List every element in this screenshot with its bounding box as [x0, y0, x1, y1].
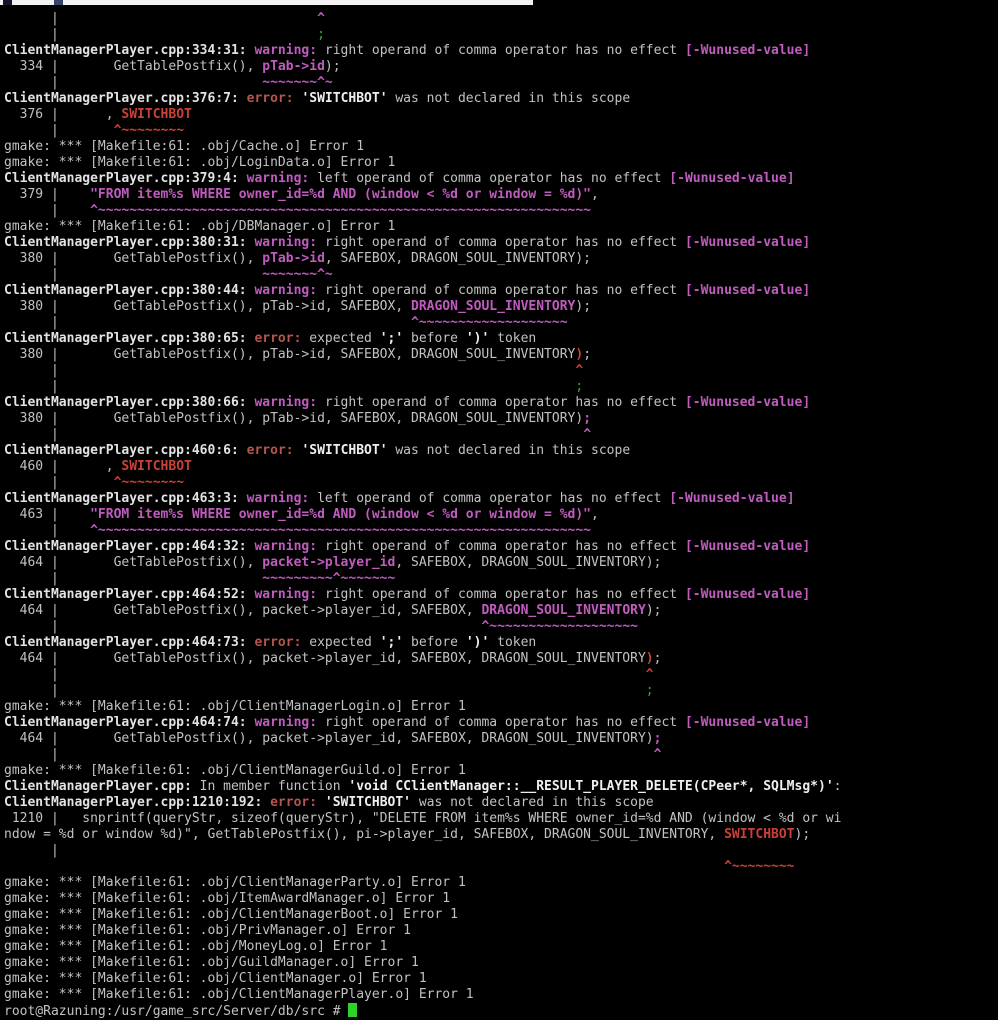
- terminal-row: | ^: [4, 667, 998, 683]
- terminal-row: | ^~~~~~~~~~~~~~~~~~~~: [4, 315, 998, 331]
- terminal-row: gmake: *** [Makefile:61: .obj/ClientMana…: [4, 907, 998, 923]
- terminal-row: gmake: *** [Makefile:61: .obj/GuildManag…: [4, 955, 998, 971]
- terminal-row: 380 | GetTablePostfix(), pTab->id, SAFEB…: [4, 411, 998, 427]
- terminal-row: ClientManagerPlayer.cpp:1210:192: error:…: [4, 795, 998, 811]
- terminal-row: | ~~~~~~~^~: [4, 267, 998, 283]
- terminal-row: | ^~~~~~~~~~~~~~~~~~~~~~~~~~~~~~~~~~~~~~…: [4, 203, 998, 219]
- terminal-row: 380 | GetTablePostfix(), pTab->id, SAFEB…: [4, 299, 998, 315]
- terminal-row: ClientManagerPlayer.cpp: In member funct…: [4, 779, 998, 795]
- terminal-row: ClientManagerPlayer.cpp:464:73: error: e…: [4, 635, 998, 651]
- terminal-row: 1210 | snprintf(queryStr, sizeof(querySt…: [4, 811, 998, 827]
- terminal-row: | ;: [4, 27, 998, 43]
- terminal-row: 376 | , SWITCHBOT: [4, 107, 998, 123]
- terminal-row: 334 | GetTablePostfix(), pTab->id);: [4, 59, 998, 75]
- terminal-row: ClientManagerPlayer.cpp:376:7: error: 'S…: [4, 91, 998, 107]
- terminal-row: gmake: *** [Makefile:61: .obj/ClientMana…: [4, 875, 998, 891]
- terminal-row: | ;: [4, 379, 998, 395]
- terminal-row: gmake: *** [Makefile:61: .obj/PrivManage…: [4, 923, 998, 939]
- terminal-row: gmake: *** [Makefile:61: .obj/LoginData.…: [4, 155, 998, 171]
- terminal-row: gmake: *** [Makefile:61: .obj/ClientMana…: [4, 971, 998, 987]
- terminal-row: 380 | GetTablePostfix(), pTab->id, SAFEB…: [4, 347, 998, 363]
- terminal-row: ClientManagerPlayer.cpp:464:32: warning:…: [4, 539, 998, 555]
- terminal-row: | ^~~~~~~~~: [4, 123, 998, 139]
- terminal-row: root@Razuning:/usr/game_src/Server/db/sr…: [4, 1003, 998, 1019]
- terminal-row: |: [4, 843, 998, 859]
- terminal-row: | ^~~~~~~~~: [4, 475, 998, 491]
- terminal-row: gmake: *** [Makefile:61: .obj/ClientMana…: [4, 987, 998, 1003]
- terminal-row: 379 | "FROM item%s WHERE owner_id=%d AND…: [4, 187, 998, 203]
- terminal-row: ClientManagerPlayer.cpp:460:6: error: 'S…: [4, 443, 998, 459]
- terminal-row: gmake: *** [Makefile:61: .obj/ClientMana…: [4, 699, 998, 715]
- terminal-row: | ~~~~~~~^~: [4, 75, 998, 91]
- terminal-row: | ^~~~~~~~~~~~~~~~~~~~: [4, 619, 998, 635]
- terminal-row: ndow = %d or window %d)", GetTablePostfi…: [4, 827, 998, 843]
- terminal-row: ClientManagerPlayer.cpp:464:52: warning:…: [4, 587, 998, 603]
- terminal-output: | ^ | ;ClientManagerPlayer.cpp:334:31: w…: [4, 11, 998, 1019]
- terminal-row: ^~~~~~~~~: [4, 859, 998, 875]
- terminal-row: gmake: *** [Makefile:61: .obj/DBManager.…: [4, 219, 998, 235]
- terminal-row: ClientManagerPlayer.cpp:380:66: warning:…: [4, 395, 998, 411]
- terminal-row: | ;: [4, 683, 998, 699]
- terminal-row: ClientManagerPlayer.cpp:463:3: warning: …: [4, 491, 998, 507]
- terminal-row: | ~~~~~~~~~^~~~~~~~: [4, 571, 998, 587]
- terminal-row: gmake: *** [Makefile:61: .obj/MoneyLog.o…: [4, 939, 998, 955]
- terminal-row: ClientManagerPlayer.cpp:380:65: error: e…: [4, 331, 998, 347]
- terminal-row: 463 | "FROM item%s WHERE owner_id=%d AND…: [4, 507, 998, 523]
- terminal-row: 464 | GetTablePostfix(), packet->player_…: [4, 731, 998, 747]
- terminal-screen[interactable]: | ^ | ;ClientManagerPlayer.cpp:334:31: w…: [0, 5, 998, 1020]
- terminal-row: | ^: [4, 427, 998, 443]
- terminal-row: gmake: *** [Makefile:61: .obj/ClientMana…: [4, 763, 998, 779]
- terminal-row: ClientManagerPlayer.cpp:380:31: warning:…: [4, 235, 998, 251]
- terminal-row: 464 | GetTablePostfix(), packet->player_…: [4, 555, 998, 571]
- terminal-row: ClientManagerPlayer.cpp:379:4: warning: …: [4, 171, 998, 187]
- terminal-row: ClientManagerPlayer.cpp:464:74: warning:…: [4, 715, 998, 731]
- terminal-row: 380 | GetTablePostfix(), pTab->id, SAFEB…: [4, 251, 998, 267]
- terminal-row: gmake: *** [Makefile:61: .obj/Cache.o] E…: [4, 139, 998, 155]
- terminal-row: | ^: [4, 11, 998, 27]
- terminal-row: ClientManagerPlayer.cpp:380:44: warning:…: [4, 283, 998, 299]
- terminal-row: 464 | GetTablePostfix(), packet->player_…: [4, 603, 998, 619]
- terminal-row: 464 | GetTablePostfix(), packet->player_…: [4, 651, 998, 667]
- terminal-row: | ^~~~~~~~~~~~~~~~~~~~~~~~~~~~~~~~~~~~~~…: [4, 523, 998, 539]
- terminal-row: gmake: *** [Makefile:61: .obj/ItemAwardM…: [4, 891, 998, 907]
- terminal-row: 460 | , SWITCHBOT: [4, 459, 998, 475]
- terminal-cursor: [348, 1003, 357, 1017]
- terminal-row: | ^: [4, 747, 998, 763]
- terminal-row: | ^: [4, 363, 998, 379]
- terminal-row: ClientManagerPlayer.cpp:334:31: warning:…: [4, 43, 998, 59]
